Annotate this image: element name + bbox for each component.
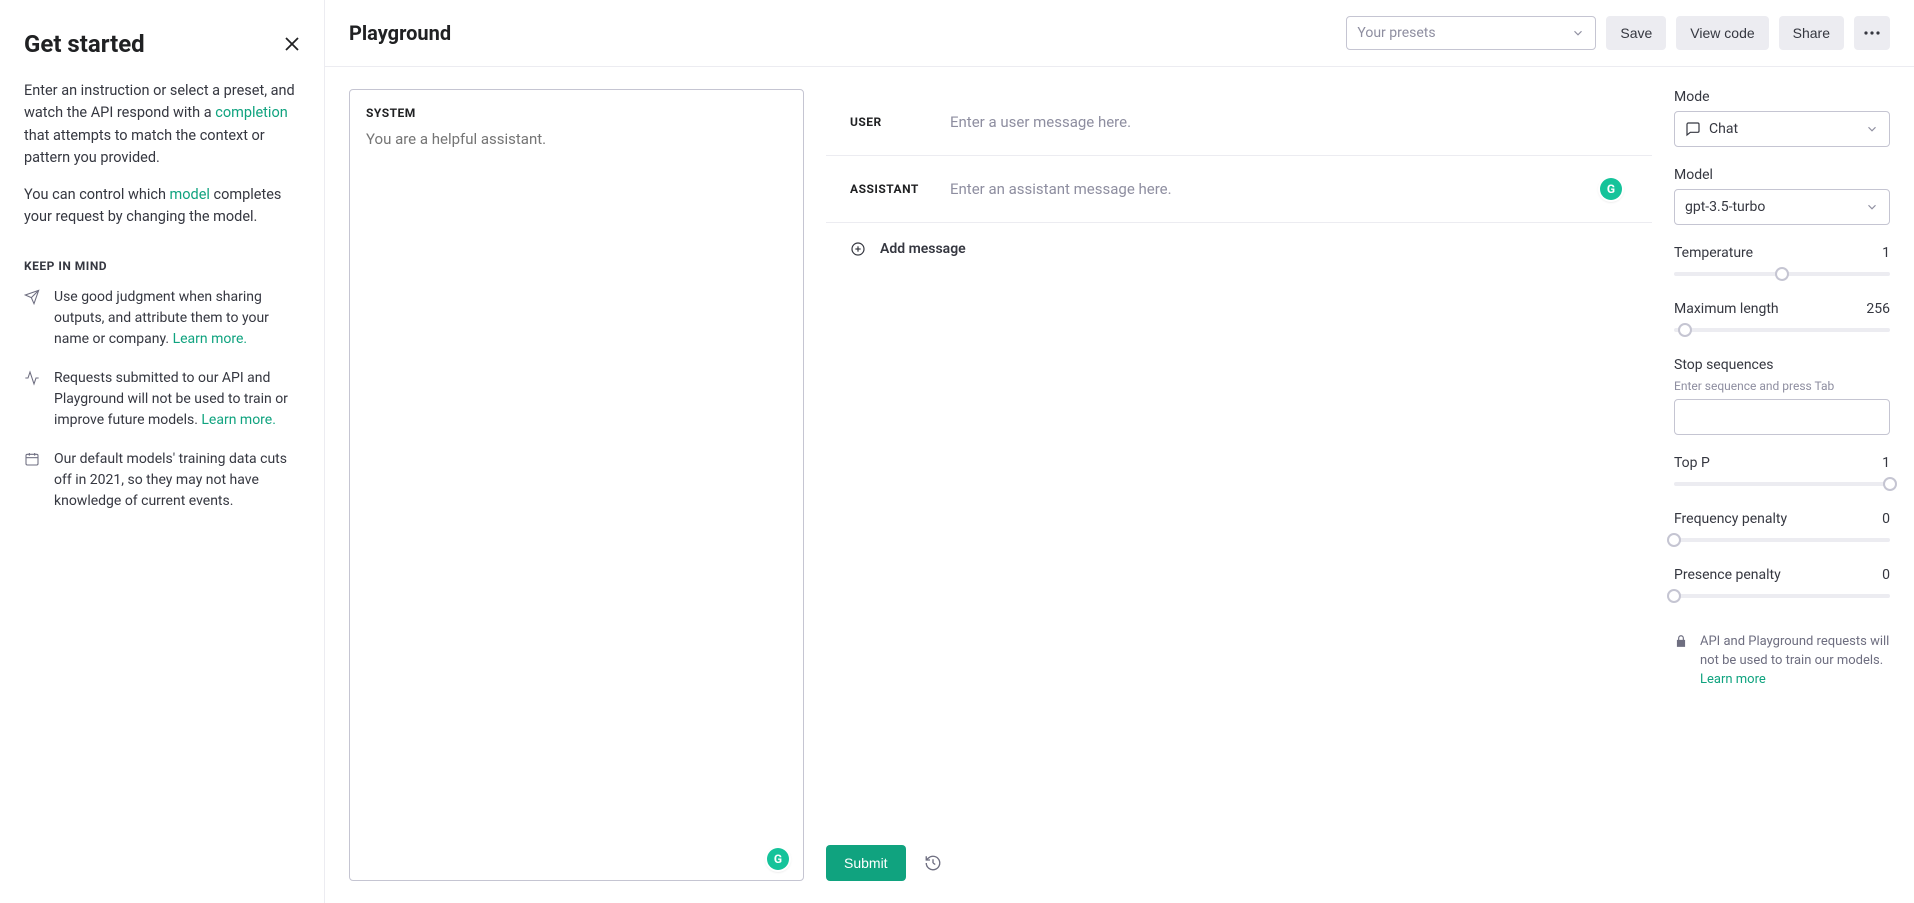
model-value: gpt-3.5-turbo: [1685, 199, 1765, 215]
model-link[interactable]: model: [170, 186, 210, 203]
sidebar-intro-1: Enter an instruction or select a preset,…: [24, 80, 300, 170]
stop-input[interactable]: [1674, 399, 1890, 435]
maxlength-value: 256: [1866, 301, 1890, 317]
maxlength-label: Maximum length: [1674, 301, 1779, 317]
tip-training: Requests submitted to our API and Playgr…: [24, 368, 300, 431]
completion-link[interactable]: completion: [215, 104, 287, 121]
learn-more-link[interactable]: Learn more.: [201, 412, 276, 428]
plus-circle-icon: [850, 241, 866, 257]
save-button[interactable]: Save: [1606, 16, 1666, 50]
mode-value: Chat: [1709, 121, 1738, 137]
freq-label: Frequency penalty: [1674, 511, 1787, 527]
freq-value: 0: [1882, 511, 1890, 527]
system-panel: SYSTEM G: [349, 89, 804, 881]
mode-select[interactable]: Chat: [1674, 111, 1890, 147]
more-button[interactable]: [1854, 16, 1890, 50]
share-button[interactable]: Share: [1779, 16, 1844, 50]
close-icon[interactable]: [284, 36, 300, 52]
assistant-message-row[interactable]: ASSISTANT G: [826, 156, 1652, 223]
chevron-down-icon: [1865, 200, 1879, 214]
system-input[interactable]: [366, 130, 787, 864]
system-label: SYSTEM: [366, 106, 787, 120]
model-select[interactable]: gpt-3.5-turbo: [1674, 189, 1890, 225]
chevron-down-icon: [1865, 122, 1879, 136]
lock-icon: [1674, 633, 1690, 690]
history-button[interactable]: [920, 850, 946, 876]
maxlength-slider[interactable]: [1674, 323, 1890, 337]
learn-more-link[interactable]: Learn more.: [173, 331, 248, 347]
chat-panel: USER ASSISTANT G Add message: [826, 89, 1652, 881]
mode-label: Mode: [1674, 89, 1890, 105]
sidebar-title: Get started: [24, 30, 145, 58]
user-message-input[interactable]: [950, 113, 1652, 131]
learn-more-link[interactable]: Learn more: [1700, 672, 1766, 687]
assistant-role-label: ASSISTANT: [826, 182, 926, 196]
add-message-button[interactable]: Add message: [826, 223, 1652, 275]
temperature-value: 1: [1882, 245, 1890, 261]
grammarly-icon[interactable]: G: [1600, 178, 1622, 200]
topp-slider[interactable]: [1674, 477, 1890, 491]
pres-value: 0: [1882, 567, 1890, 583]
history-icon: [924, 854, 942, 872]
topbar: Playground Your presets Save View code S…: [325, 0, 1914, 67]
activity-icon: [24, 368, 42, 431]
calendar-icon: [24, 449, 42, 512]
sidebar-intro-2: You can control which model completes yo…: [24, 184, 300, 229]
paper-plane-icon: [24, 287, 42, 350]
settings-panel: Mode Chat Model gpt-3.5-tu: [1674, 89, 1890, 881]
temperature-slider[interactable]: [1674, 267, 1890, 281]
user-role-label: USER: [826, 115, 926, 129]
stop-label: Stop sequences: [1674, 357, 1890, 373]
ellipsis-icon: [1864, 31, 1880, 35]
assistant-message-input[interactable]: [950, 180, 1652, 198]
stop-hint: Enter sequence and press Tab: [1674, 379, 1890, 393]
topp-label: Top P: [1674, 455, 1710, 471]
user-message-row[interactable]: USER: [826, 89, 1652, 156]
page-title: Playground: [349, 21, 1336, 45]
chat-icon: [1685, 121, 1701, 137]
tip-cutoff: Our default models' training data cuts o…: [24, 449, 300, 512]
pres-label: Presence penalty: [1674, 567, 1781, 583]
temperature-label: Temperature: [1674, 245, 1753, 261]
view-code-button[interactable]: View code: [1676, 16, 1768, 50]
presets-dropdown[interactable]: Your presets: [1346, 16, 1596, 50]
submit-button[interactable]: Submit: [826, 845, 906, 881]
get-started-sidebar: Get started Enter an instruction or sele…: [0, 0, 325, 903]
privacy-note: API and Playground requests will not be …: [1674, 633, 1890, 690]
keep-in-mind-label: KEEP IN MIND: [24, 259, 300, 273]
grammarly-icon[interactable]: G: [767, 848, 789, 870]
pres-slider[interactable]: [1674, 589, 1890, 603]
chevron-down-icon: [1571, 26, 1585, 40]
presets-placeholder: Your presets: [1357, 25, 1435, 41]
tip-share-outputs: Use good judgment when sharing outputs, …: [24, 287, 300, 350]
add-message-label: Add message: [880, 241, 966, 257]
model-label: Model: [1674, 167, 1890, 183]
freq-slider[interactable]: [1674, 533, 1890, 547]
topp-value: 1: [1882, 455, 1890, 471]
